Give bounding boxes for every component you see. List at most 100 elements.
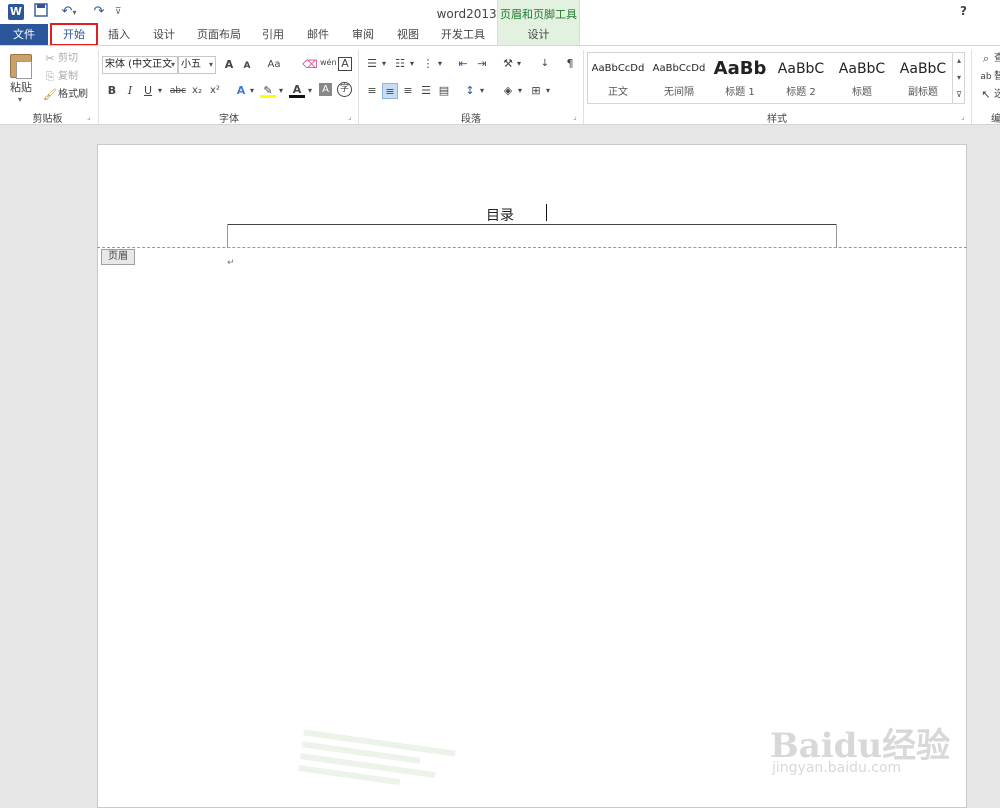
distributed-icon[interactable]: ▤ [436,83,452,99]
change-case-icon[interactable]: Aa [263,57,285,73]
multilevel-list-dropdown-icon[interactable]: ▾ [436,56,444,72]
copy-icon[interactable]: ⎘ [42,69,58,85]
style-sample: AaBbCcDd [591,63,645,74]
borders-icon[interactable]: ⊞ [528,83,544,99]
tab-references[interactable]: 引用 [255,24,291,45]
chinese-layout-dropdown-icon[interactable]: ▾ [515,56,523,72]
style-gallery-scroll[interactable]: ▴ ▾ ⊽ [952,52,965,104]
tab-page-layout[interactable]: 页面布局 [190,24,248,45]
find-button[interactable]: 查 [994,51,1000,67]
numbering-dropdown-icon[interactable]: ▾ [408,56,416,72]
tab-mailings[interactable]: 邮件 [300,24,336,45]
copy-button[interactable]: 复制 [58,69,78,85]
font-name-combo[interactable]: 宋体 (中文正文 ▾ [102,56,178,74]
format-painter-button[interactable]: 格式刷 [58,87,88,103]
tab-home[interactable]: 开始 [50,23,98,46]
header-text[interactable]: 目录 [0,205,1000,225]
cut-button[interactable]: 剪切 [58,51,78,67]
scroll-up-icon[interactable]: ▴ [953,52,965,69]
underline-dropdown-icon[interactable]: ▾ [155,83,165,99]
character-border-icon[interactable]: A [338,57,352,71]
style-sample: AaBbC [838,61,886,77]
align-left-icon[interactable]: ≡ [364,83,380,99]
header-margin-right [836,224,837,248]
style-name: 副标题 [908,87,938,98]
italic-button[interactable]: I [122,83,138,99]
shrink-font-icon[interactable]: A [239,58,255,74]
style-sample: AaBbC [777,61,825,77]
show-marks-icon[interactable]: ¶ [562,56,578,72]
style-heading-2[interactable]: AaBbC 标题 2 [771,55,831,103]
tab-design[interactable]: 设计 [145,24,183,45]
cut-icon[interactable]: ✂ [42,51,58,67]
bullets-dropdown-icon[interactable]: ▾ [380,56,388,72]
tab-view[interactable]: 视图 [390,24,426,45]
paragraph-launcher-icon[interactable]: ⌟ [573,112,577,121]
font-name-value: 宋体 (中文正文 [105,59,173,70]
character-shading-icon[interactable]: A [319,83,332,96]
replace-button[interactable]: 替 [994,69,1000,85]
tab-insert[interactable]: 插入 [100,24,138,45]
chinese-layout-icon[interactable]: ⚒ [500,56,516,72]
bold-button[interactable]: B [104,83,120,99]
find-icon[interactable]: ⌕ [978,51,994,67]
borders-dropdown-icon[interactable]: ▾ [544,83,552,99]
tab-header-footer-design[interactable]: 设计 [497,24,580,45]
increase-indent-icon[interactable]: ⇥ [474,56,490,72]
font-color-icon[interactable]: A [289,82,305,98]
tab-developer[interactable]: 开发工具 [434,24,492,45]
enclose-characters-icon[interactable]: 字 [337,82,352,97]
style-name: 标题 2 [786,87,816,98]
decrease-indent-icon[interactable]: ⇤ [455,56,471,72]
style-normal[interactable]: AaBbCcDd 正文 [588,55,648,103]
paste-dropdown-icon[interactable]: ▾ [18,92,22,108]
style-no-spacing[interactable]: AaBbCcDd 无间隔 [649,55,709,103]
font-launcher-icon[interactable]: ⌟ [348,112,352,121]
align-right-icon[interactable]: ≡ [400,83,416,99]
shading-dropdown-icon[interactable]: ▾ [516,83,524,99]
replace-icon[interactable]: ab [978,69,994,85]
clear-formatting-icon[interactable]: ⌫ [302,57,318,73]
paragraph-group-label: 段落 [461,114,481,125]
align-center-icon[interactable]: ≡ [382,83,398,99]
shading-icon[interactable]: ◈ [500,83,516,99]
style-heading-1[interactable]: AaBb 标题 1 [710,55,770,103]
sort-icon[interactable]: ↓ [537,56,553,72]
help-button[interactable]: ? [960,4,967,18]
subscript-button[interactable]: x₂ [189,83,205,99]
highlight-icon[interactable]: ✎ [260,83,276,98]
group-divider [98,50,99,124]
phonetic-guide-icon[interactable]: wén [320,55,337,71]
strikethrough-button[interactable]: abc [168,83,188,99]
grow-font-icon[interactable]: A [221,57,237,73]
line-spacing-icon[interactable]: ↕ [462,83,478,99]
justify-icon[interactable]: ☰ [418,83,434,99]
clipboard-launcher-icon[interactable]: ⌟ [87,112,91,121]
style-subtitle[interactable]: AaBbC 副标题 [893,55,953,103]
tab-file[interactable]: 文件 [0,24,48,45]
scroll-down-icon[interactable]: ▾ [953,69,965,86]
bullets-icon[interactable]: ☰ [364,56,380,72]
line-spacing-dropdown-icon[interactable]: ▾ [478,83,486,99]
styles-launcher-icon[interactable]: ⌟ [961,112,965,121]
clipboard-group-label: 剪贴板 [32,114,63,125]
format-painter-icon[interactable]: 🖌 [42,87,58,103]
numbering-icon[interactable]: ☷ [392,56,408,72]
superscript-button[interactable]: x² [207,83,223,99]
select-button[interactable]: 选 [994,87,1000,103]
tab-review[interactable]: 审阅 [345,24,381,45]
style-sample: AaBb [713,58,767,79]
font-color-dropdown-icon[interactable]: ▾ [305,83,315,99]
paste-icon[interactable] [10,54,32,79]
chevron-down-icon: ▾ [170,60,175,69]
multilevel-list-icon[interactable]: ⋮ [420,56,436,72]
more-styles-icon[interactable]: ⊽ [953,86,965,103]
style-name: 标题 [852,87,872,98]
underline-button[interactable]: U [140,83,156,99]
font-size-combo[interactable]: 小五 ▾ [178,56,216,74]
style-title[interactable]: AaBbC 标题 [832,55,892,103]
highlight-dropdown-icon[interactable]: ▾ [276,83,286,99]
text-effects-dropdown-icon[interactable]: ▾ [247,83,257,99]
select-icon[interactable]: ↖ [978,87,994,103]
style-name: 正文 [608,87,628,98]
